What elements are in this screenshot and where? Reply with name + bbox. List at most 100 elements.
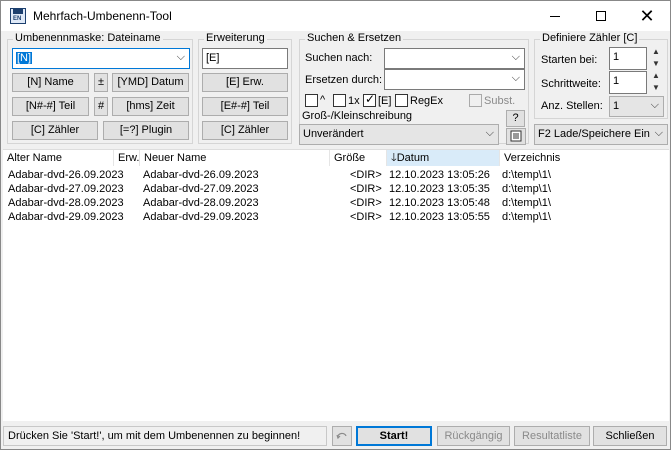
table-row[interactable]: Adabar-dvd-28.09.2023 Adabar-dvd-28.09.2… [3, 197, 663, 210]
hash-button[interactable]: # [94, 97, 108, 116]
case-combo[interactable]: Unverändert ⌵ [299, 124, 499, 145]
cell-directory: d:\temp\1\ [502, 183, 551, 195]
table-row[interactable]: Adabar-dvd-27.09.2023 Adabar-dvd-27.09.2… [3, 183, 663, 196]
table-row[interactable]: Adabar-dvd-26.09.2023 Adabar-dvd-26.09.2… [3, 169, 663, 182]
cell-date: 12.10.2023 13:05:48 [389, 197, 490, 209]
app-icon: EN [10, 8, 26, 24]
close-dialog-button[interactable]: Schließen [593, 426, 667, 446]
search-label: Suchen nach: [305, 52, 373, 64]
counter-step-up-icon[interactable]: ▲ [649, 71, 663, 80]
cell-old-name: Adabar-dvd-27.09.2023 [8, 183, 124, 195]
start-button[interactable]: Start! [356, 426, 432, 446]
help-button[interactable]: ? [506, 110, 525, 127]
insert-counter-button[interactable]: [C] Zähler [12, 121, 98, 140]
counter-step-field[interactable]: 1 [609, 71, 647, 94]
option-caret-label: ^ [320, 94, 326, 106]
extension-mask-value: [E] [206, 52, 220, 64]
column-header-date[interactable]: 🡓Datum [387, 150, 500, 166]
option-caret-checkbox[interactable] [305, 94, 318, 107]
extension-group-label: Erweiterung [204, 32, 267, 44]
filename-mask-combo[interactable]: [N] ⌵ [12, 48, 190, 69]
option-extension-checkbox[interactable] [363, 92, 376, 107]
file-list[interactable]: Alter Name Erw. Neuer Name Größe 🡓Datum … [3, 149, 669, 421]
option-once-checkbox[interactable] [333, 94, 346, 107]
option-extension-label: [E] [378, 95, 392, 107]
option-once-label: 1x [348, 95, 360, 107]
column-header-new-name[interactable]: Neuer Name [140, 150, 330, 166]
chevron-down-icon: ⌵ [485, 127, 494, 139]
load-save-settings-combo[interactable]: F2 Lade/Speichere Einst ⌵ [534, 124, 668, 145]
close-button[interactable]: ✕ [624, 1, 670, 31]
cell-new-name: Adabar-dvd-28.09.2023 [143, 197, 259, 209]
cell-date: 12.10.2023 13:05:26 [389, 169, 490, 181]
cell-directory: d:\temp\1\ [502, 169, 551, 181]
option-regex-checkbox[interactable] [395, 94, 408, 107]
cell-new-name: Adabar-dvd-26.09.2023 [143, 169, 259, 181]
table-row[interactable]: Adabar-dvd-29.09.2023 Adabar-dvd-29.09.2… [3, 211, 663, 224]
search-combo[interactable]: ⌵ [384, 48, 525, 69]
cell-new-name: Adabar-dvd-27.09.2023 [143, 183, 259, 195]
mask-group-label: Umbenennmaske: Dateiname [13, 32, 163, 44]
plusminus-button[interactable]: ± [94, 73, 108, 92]
column-header-size[interactable]: Größe [330, 150, 387, 166]
maximize-button[interactable] [578, 1, 624, 31]
undo-button[interactable]: Rückgängig [437, 426, 510, 446]
minimize-icon [550, 16, 560, 17]
counter-step-value: 1 [613, 75, 620, 87]
cell-size: <DIR> [350, 183, 382, 195]
insert-extension-counter-button[interactable]: [C] Zähler [202, 121, 288, 140]
cell-old-name: Adabar-dvd-29.09.2023 [8, 211, 124, 223]
insert-name-button[interactable]: [N] Name [12, 73, 89, 92]
case-group-label: Groß-/Kleinschreibung [302, 110, 413, 122]
insert-time-button[interactable]: [hms] Zeit [112, 97, 189, 116]
window-title: Mehrfach-Umbenenn-Tool [33, 9, 172, 23]
chevron-down-icon: ⌵ [511, 51, 520, 63]
refresh-button[interactable] [332, 426, 352, 446]
column-header-old-name[interactable]: Alter Name [3, 150, 114, 166]
search-replace-group-label: Suchen & Ersetzen [305, 32, 404, 44]
insert-date-button[interactable]: [YMD] Datum [112, 73, 189, 92]
counter-digits-label: Anz. Stellen: [541, 100, 603, 112]
counter-start-up-icon[interactable]: ▲ [649, 47, 663, 56]
minimize-button[interactable] [532, 1, 578, 31]
cell-directory: d:\temp\1\ [502, 211, 551, 223]
cell-old-name: Adabar-dvd-26.09.2023 [8, 169, 124, 181]
counter-digits-combo[interactable]: 1 ⌵ [609, 96, 664, 117]
extension-mask-field[interactable]: [E] [202, 48, 288, 69]
load-save-settings-value: F2 Lade/Speichere Einst [538, 128, 650, 140]
counter-start-field[interactable]: 1 [609, 47, 647, 70]
cell-date: 12.10.2023 13:05:55 [389, 211, 490, 223]
insert-extension-button[interactable]: [E] Erw. [202, 73, 288, 92]
cell-date: 12.10.2023 13:05:35 [389, 183, 490, 195]
counter-group-label: Definiere Zähler [C] [540, 32, 640, 44]
close-icon: ✕ [639, 6, 655, 26]
cell-old-name: Adabar-dvd-28.09.2023 [8, 197, 124, 209]
maximize-icon [596, 11, 606, 21]
insert-extension-part-button[interactable]: [E#-#] Teil [202, 97, 288, 116]
cell-size: <DIR> [350, 169, 382, 181]
cell-new-name: Adabar-dvd-29.09.2023 [143, 211, 259, 223]
chevron-down-icon: ⌵ [650, 99, 659, 111]
case-options-button[interactable] [506, 128, 526, 145]
status-message: Drücken Sie 'Start!', um mit dem Umbenen… [3, 426, 327, 446]
counter-start-down-icon[interactable]: ▼ [649, 59, 663, 68]
column-header-directory[interactable]: Verzeichnis [500, 150, 669, 166]
chevron-down-icon: ⌵ [176, 51, 185, 63]
counter-start-label: Starten bei: [541, 54, 598, 66]
result-list-button[interactable]: Resultatliste [514, 426, 590, 446]
option-subst-label: Subst. [484, 95, 516, 107]
counter-start-value: 1 [613, 51, 620, 63]
rename-tool-window: EN Mehrfach-Umbenenn-Tool ✕ Umbenennmask… [0, 0, 671, 450]
insert-plugin-button[interactable]: [=?] Plugin [103, 121, 189, 140]
counter-digits-value: 1 [613, 100, 620, 112]
replace-label: Ersetzen durch: [305, 74, 383, 86]
chevron-down-icon: ⌵ [654, 127, 663, 139]
cell-size: <DIR> [350, 197, 382, 209]
insert-part-button[interactable]: [N#-#] Teil [12, 97, 89, 116]
title-bar: EN Mehrfach-Umbenenn-Tool ✕ [1, 1, 670, 31]
column-header-extension[interactable]: Erw. [114, 150, 140, 166]
notes-icon [510, 130, 522, 142]
counter-step-down-icon[interactable]: ▼ [649, 83, 663, 92]
replace-combo[interactable]: ⌵ [384, 69, 525, 90]
option-subst-checkbox[interactable] [469, 94, 482, 107]
